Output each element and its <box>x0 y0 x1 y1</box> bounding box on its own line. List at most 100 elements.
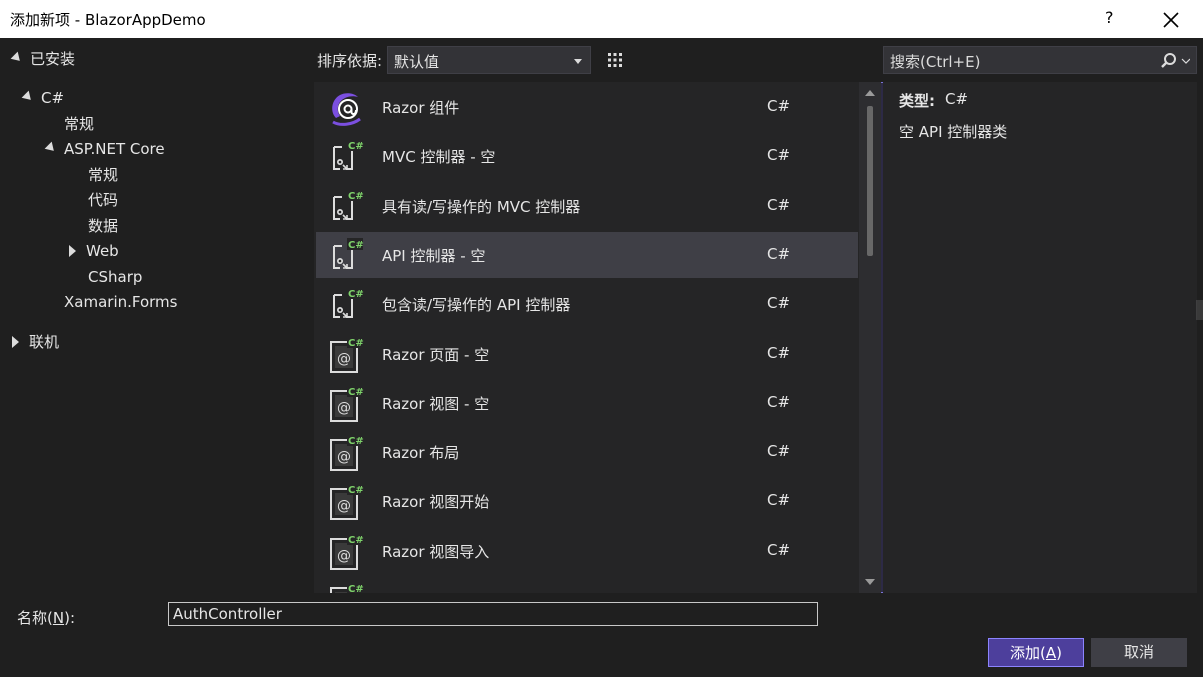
template-row[interactable]: @ C# Razor 布局 C# <box>316 429 858 475</box>
svg-text:C#: C# <box>348 535 364 546</box>
razor-page-icon: @C# <box>330 582 364 593</box>
expanded-arrow-icon <box>21 90 35 104</box>
template-language: C# <box>767 491 791 509</box>
tree-node-data[interactable]: 数据 <box>88 215 118 237</box>
tree-node-xamarin[interactable]: Xamarin.Forms <box>64 291 177 313</box>
razor-page-icon: @ C# <box>330 336 364 373</box>
type-value: C# <box>945 90 969 108</box>
expanded-arrow-icon <box>10 51 24 65</box>
controller-icon: C# <box>333 238 364 269</box>
collapsed-arrow-icon[interactable] <box>69 245 76 257</box>
svg-text:@: @ <box>337 498 351 514</box>
svg-text:C#: C# <box>348 436 364 447</box>
template-row[interactable]: C# MVC 控制器 - 空 C# <box>316 133 858 179</box>
name-label: 名称(N): <box>17 607 75 628</box>
template-language: C# <box>767 294 791 312</box>
template-name: Razor 组件 <box>382 99 460 117</box>
small-icons-view-button[interactable] <box>601 46 629 74</box>
template-row[interactable]: @ C# Razor 视图开始 C# <box>316 478 858 524</box>
search-placeholder: 搜索(Ctrl+E) <box>890 53 981 71</box>
razor-page-icon: @C# <box>330 483 364 520</box>
template-language: C# <box>767 393 791 411</box>
name-input[interactable] <box>168 602 818 626</box>
template-list: Razor 组件 C# C# MVC 控制器 - 空 C# C# 具有读/写操作的 MVC … <box>314 82 859 593</box>
scroll-up-icon[interactable] <box>865 90 875 96</box>
template-language: C# <box>767 97 791 115</box>
template-language: C# <box>767 196 791 214</box>
template-language: C# <box>767 442 791 460</box>
window-edge-handle <box>1196 300 1203 320</box>
template-row[interactable]: C# 具有读/写操作的 MVC 控制器 C# <box>316 183 858 229</box>
tree-node-aspnet-general[interactable]: 常规 <box>88 164 118 186</box>
name-label-accesskey: N <box>52 609 65 627</box>
razor-page-icon: @ C# <box>330 533 364 570</box>
svg-text:C#: C# <box>348 191 364 202</box>
sort-dropdown[interactable]: 默认值 <box>387 46 591 74</box>
template-row[interactable]: @ C# Razor 视图导入 C# <box>316 528 858 574</box>
add-button-accesskey: A <box>1045 644 1057 662</box>
tree-label: 已安装 <box>30 50 76 68</box>
scrollbar-thumb[interactable] <box>867 106 873 256</box>
template-name: 包含读/写操作的 API 控制器 <box>382 296 571 314</box>
close-icon[interactable] <box>1160 9 1182 31</box>
sort-value: 默认值 <box>394 53 440 71</box>
search-box[interactable]: 搜索(Ctrl+E) <box>883 46 1197 74</box>
add-button-prefix: 添加( <box>1010 644 1046 662</box>
help-button[interactable]: ? <box>1105 8 1114 27</box>
tree-label: C# <box>41 89 65 107</box>
grid-view-icon <box>608 53 622 67</box>
template-row[interactable]: @ C# Razor 视图 - 空 C# <box>316 380 858 426</box>
scroll-down-icon[interactable] <box>865 579 875 585</box>
razor-page-icon: @ C# <box>330 385 364 422</box>
title-bar: 添加新项 - BlazorAppDemo ? <box>0 0 1203 38</box>
svg-text:@: @ <box>337 548 351 564</box>
razor-page-icon: @ C# <box>330 434 364 471</box>
svg-text:C#: C# <box>348 141 364 152</box>
template-language: C# <box>767 245 791 263</box>
template-name: 具有读/写操作的 MVC 控制器 <box>382 198 581 216</box>
tree-node-web[interactable]: Web <box>69 240 119 262</box>
tree-label: 代码 <box>88 191 119 209</box>
tree-node-aspnet-core[interactable]: ASP.NET Core <box>44 138 165 160</box>
controller-icon: C# <box>333 139 364 170</box>
cancel-button[interactable]: 取消 <box>1091 638 1187 667</box>
tree-label: 数据 <box>88 217 119 235</box>
tree-node-csharp[interactable]: C# <box>21 87 65 109</box>
sort-label: 排序依据: <box>317 52 383 70</box>
template-row[interactable]: Razor 组件 C# <box>316 84 858 130</box>
controller-icon: C# <box>333 189 364 220</box>
search-icon[interactable] <box>1160 52 1190 70</box>
template-name: Razor 视图开始 <box>382 493 490 511</box>
type-label: 类型: <box>899 92 935 110</box>
svg-text:C#: C# <box>348 584 364 593</box>
tree-label: 联机 <box>29 333 60 351</box>
bottom-bar: 名称(N): 添加(A) 取消 <box>0 595 1203 677</box>
svg-text:@: @ <box>337 449 351 465</box>
svg-text:C#: C# <box>348 338 364 349</box>
template-row-partial[interactable]: @C# <box>316 577 858 593</box>
tree-label: ASP.NET Core <box>64 140 165 158</box>
tree-node-csharp-sub[interactable]: CSharp <box>88 266 142 288</box>
template-name: MVC 控制器 - 空 <box>382 148 496 166</box>
template-row[interactable]: C# API 控制器 - 空 C# <box>316 232 858 278</box>
template-list-scrollbar[interactable] <box>859 82 881 593</box>
razor-component-icon <box>332 93 361 126</box>
template-row[interactable]: C# 包含读/写操作的 API 控制器 C# <box>316 281 858 327</box>
svg-text:C#: C# <box>348 387 364 398</box>
svg-text:@: @ <box>337 351 351 367</box>
tree-node-general[interactable]: 常规 <box>64 113 94 135</box>
template-name: Razor 布局 <box>382 444 460 462</box>
tree-node-installed[interactable]: 已安装 <box>10 48 76 70</box>
add-button[interactable]: 添加(A) <box>988 638 1084 667</box>
collapsed-arrow-icon[interactable] <box>12 336 19 348</box>
tree-node-code[interactable]: 代码 <box>88 189 118 211</box>
svg-text:@: @ <box>337 400 351 416</box>
controller-icon: C# <box>333 287 364 318</box>
template-language: C# <box>767 541 791 559</box>
tree-label: 常规 <box>88 166 119 184</box>
tree-node-online[interactable]: 联机 <box>12 331 59 353</box>
name-label-prefix: 名称( <box>17 609 53 627</box>
name-label-suffix: ): <box>64 609 75 627</box>
template-row[interactable]: @ C# Razor 页面 - 空 C# <box>316 331 858 377</box>
svg-text:C#: C# <box>348 289 364 300</box>
